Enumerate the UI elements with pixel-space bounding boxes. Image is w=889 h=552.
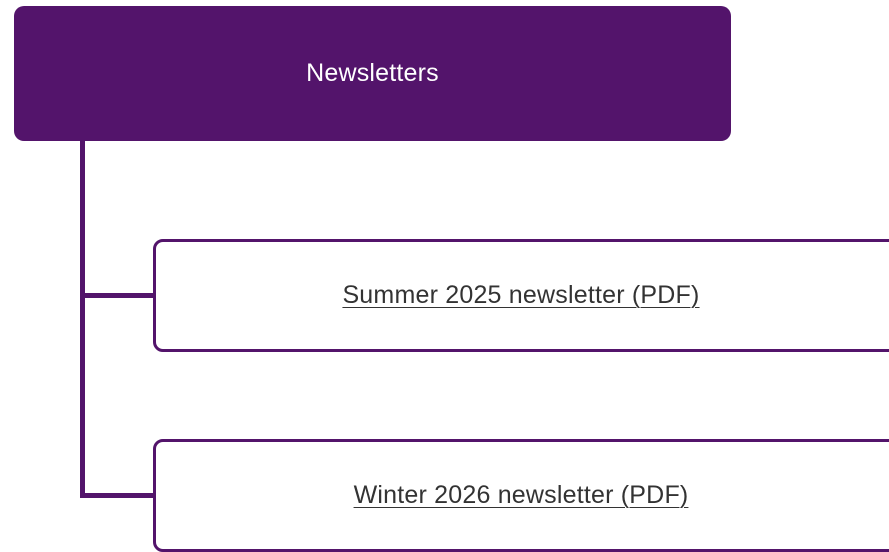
summer-2025-newsletter-pdf-link[interactable]: Summer 2025 newsletter (PDF) bbox=[342, 281, 699, 310]
newsletters-root-node: Newsletters bbox=[14, 6, 731, 141]
newsletter-node-summer-2025: Summer 2025 newsletter (PDF) bbox=[153, 239, 889, 352]
tree-branch-line-winter bbox=[80, 493, 156, 498]
tree-branch-line-summer bbox=[80, 293, 156, 298]
winter-2026-newsletter-pdf-link[interactable]: Winter 2026 newsletter (PDF) bbox=[354, 481, 689, 510]
newsletter-node-winter-2026: Winter 2026 newsletter (PDF) bbox=[153, 439, 889, 552]
tree-trunk-line bbox=[80, 141, 85, 498]
newsletters-heading: Newsletters bbox=[306, 59, 439, 87]
